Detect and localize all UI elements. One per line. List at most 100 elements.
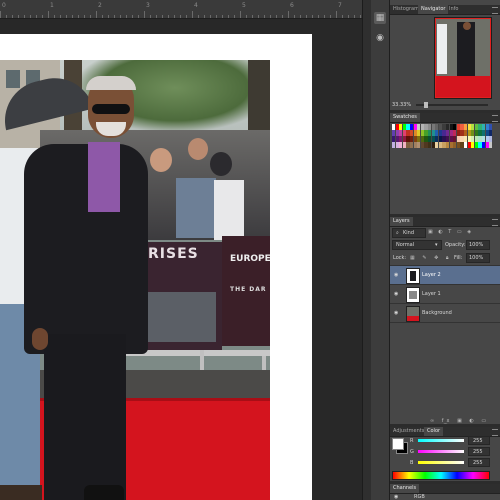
ruler-tick bbox=[96, 11, 97, 18]
ruler-tick bbox=[60, 15, 61, 18]
eye-icon[interactable]: ◉ bbox=[394, 272, 398, 278]
blue-slider[interactable] bbox=[418, 461, 464, 464]
channel-label-r: R bbox=[410, 438, 414, 444]
green-slider[interactable] bbox=[418, 450, 464, 453]
ruler-tick bbox=[282, 15, 283, 18]
layer-row-layer-2[interactable]: ◉ Layer 2 bbox=[390, 265, 500, 284]
swatch-cell[interactable] bbox=[489, 136, 493, 142]
navigator-panel-tabs: Histogram Navigator Info bbox=[390, 5, 500, 15]
opacity-value: 100% bbox=[469, 242, 484, 248]
red-value-input[interactable]: 255 bbox=[468, 436, 490, 445]
ruler-tick bbox=[114, 15, 115, 18]
red-slider[interactable] bbox=[418, 439, 464, 442]
panel-menu-icon[interactable] bbox=[492, 219, 498, 226]
layer-filter-select[interactable]: ⌕ Kind bbox=[392, 228, 426, 238]
ruler-tick bbox=[18, 15, 19, 18]
ruler-tick bbox=[288, 11, 289, 18]
channel-row-rgb[interactable]: ◉ RGB bbox=[390, 494, 500, 500]
blend-mode-select[interactable]: Normal ▾ bbox=[392, 240, 442, 250]
ruler-tick bbox=[144, 11, 145, 18]
ruler-tick bbox=[252, 15, 253, 18]
ruler-tick bbox=[24, 15, 25, 18]
ruler-tick bbox=[48, 11, 49, 18]
layer-row-background[interactable]: ◉ Background bbox=[390, 303, 500, 323]
ruler-tick bbox=[168, 15, 169, 18]
channel-name: RGB bbox=[414, 494, 425, 500]
navigator-icon[interactable]: ◉ bbox=[374, 32, 386, 44]
swatch-cell[interactable] bbox=[489, 142, 493, 148]
tab-navigator[interactable]: Navigator bbox=[418, 5, 449, 14]
color-swatch-icon[interactable]: ▦ bbox=[374, 12, 386, 24]
fill-input[interactable]: 100% bbox=[466, 253, 490, 263]
ruler-tick bbox=[30, 15, 31, 18]
navigator-zoom-value[interactable]: 33.33% bbox=[392, 102, 411, 108]
blue-value-input[interactable]: 255 bbox=[468, 458, 490, 467]
layer-thumbnail bbox=[406, 268, 420, 284]
channel-label-g: G bbox=[410, 449, 414, 455]
swatches-panel-tabs: Swatches bbox=[390, 113, 500, 123]
panel-menu-icon[interactable] bbox=[492, 115, 498, 122]
ruler-tick bbox=[330, 15, 331, 18]
channels-panel-tabs: Channels bbox=[390, 484, 500, 494]
ruler-tick bbox=[276, 15, 277, 18]
navigator-preview[interactable] bbox=[434, 17, 492, 99]
layer-row-layer-1[interactable]: ◉ Layer 1 bbox=[390, 284, 500, 303]
ruler-tick bbox=[36, 15, 37, 18]
panels-column: Histogram Navigator Info 33.33% Swatches… bbox=[390, 0, 500, 500]
ruler-tick bbox=[324, 15, 325, 18]
foreground-color-swatch[interactable] bbox=[392, 438, 404, 450]
chevron-down-icon: ▾ bbox=[435, 242, 438, 248]
green-value-input[interactable]: 255 bbox=[468, 447, 490, 456]
tab-adjustments[interactable]: Adjustments bbox=[390, 427, 427, 436]
ruler-tick bbox=[66, 15, 67, 18]
banner-text-the-dar: THE DAR bbox=[230, 286, 267, 293]
blend-mode-value: Normal bbox=[396, 242, 415, 248]
ruler-tick bbox=[318, 15, 319, 18]
layer-filter-label: Kind bbox=[403, 230, 415, 236]
ruler-tick bbox=[84, 15, 85, 18]
eye-icon[interactable]: ◉ bbox=[394, 310, 398, 316]
layer-thumbnail bbox=[406, 306, 420, 322]
layers-panel-tabs: Layers bbox=[390, 217, 500, 227]
swatch-cell[interactable] bbox=[489, 130, 493, 136]
eye-icon[interactable]: ◉ bbox=[394, 494, 398, 500]
layer-name: Layer 1 bbox=[422, 291, 441, 297]
panel-menu-icon[interactable] bbox=[492, 429, 498, 436]
tab-swatches[interactable]: Swatches bbox=[390, 113, 420, 122]
ruler-tick bbox=[234, 15, 235, 18]
ruler-label: 4 bbox=[194, 2, 198, 9]
banner-text-rises: RISES bbox=[148, 246, 199, 262]
red-value: 255 bbox=[473, 438, 483, 444]
tab-layers[interactable]: Layers bbox=[390, 217, 413, 226]
color-spectrum-ramp[interactable] bbox=[392, 471, 490, 480]
tab-color[interactable]: Color bbox=[424, 427, 444, 436]
ruler-tick bbox=[264, 15, 265, 18]
ruler-tick bbox=[222, 15, 223, 18]
ruler-tick bbox=[210, 15, 211, 18]
ruler-tick bbox=[150, 15, 151, 18]
eye-icon[interactable]: ◉ bbox=[394, 291, 398, 297]
panel-menu-icon[interactable] bbox=[492, 7, 498, 14]
tab-info[interactable]: Info bbox=[446, 5, 461, 14]
horizontal-ruler: 0 1 2 3 4 5 6 7 bbox=[0, 0, 362, 19]
ruler-tick bbox=[336, 11, 337, 18]
ruler-tick bbox=[198, 15, 199, 18]
ruler-tick bbox=[192, 11, 193, 18]
ruler-tick bbox=[306, 15, 307, 18]
navigator-zoom-slider[interactable] bbox=[416, 102, 488, 108]
ruler-tick bbox=[54, 15, 55, 18]
swatch-cell[interactable] bbox=[489, 124, 493, 130]
lock-icons[interactable]: ▦ ✎ ✥ 🔒︎ bbox=[410, 255, 452, 261]
ruler-label: 7 bbox=[338, 2, 342, 9]
ruler-tick bbox=[342, 15, 343, 18]
ruler-tick bbox=[120, 15, 121, 18]
ruler-tick bbox=[294, 15, 295, 18]
ruler-tick bbox=[186, 15, 187, 18]
layer-filter-icons[interactable]: ▣ ◐ T ▭ ◈ bbox=[428, 229, 473, 235]
fill-label: Fill: bbox=[454, 255, 463, 261]
ruler-tick bbox=[204, 15, 205, 18]
tab-channels[interactable]: Channels bbox=[390, 484, 420, 493]
ruler-label: 5 bbox=[242, 2, 246, 9]
ruler-tick bbox=[162, 15, 163, 18]
opacity-input[interactable]: 100% bbox=[466, 240, 490, 250]
